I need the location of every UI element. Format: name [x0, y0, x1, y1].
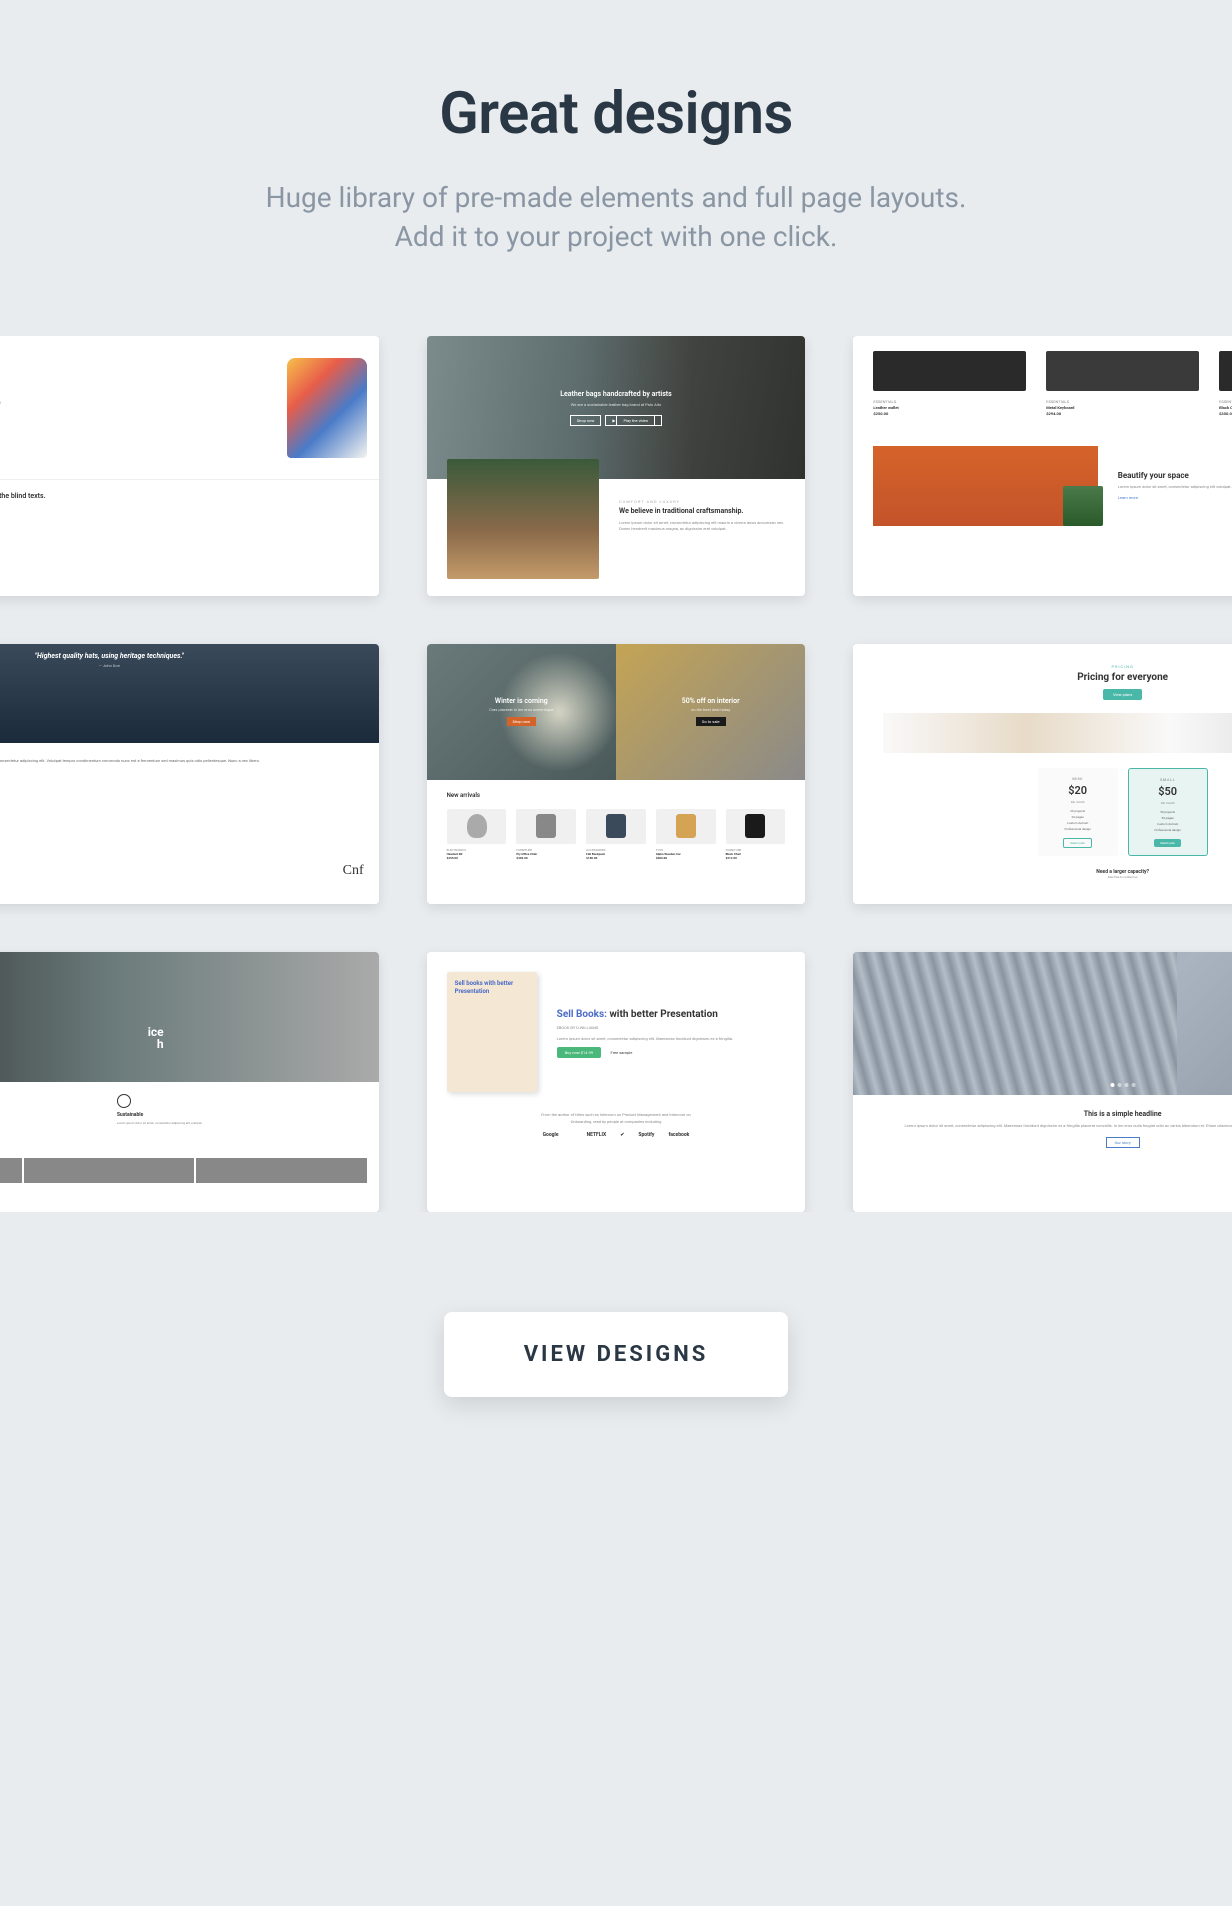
c5-shop-button: Shop now — [507, 717, 537, 726]
design-card-beautify[interactable]: ESSENTIALSLeather wallet$250.00 ESSENTIA… — [853, 336, 1232, 596]
design-card-store[interactable]: THE NEW TREND Carefully curated design s… — [0, 336, 379, 596]
c3-learn-more-link: Learn more — [1118, 495, 1138, 500]
c9-lower-text: Lorem ipsum dolor sit amet, consectetur … — [873, 1123, 1232, 1129]
c6-select-mini-button: Select plan — [1063, 838, 1092, 848]
c5-left-title: Winter is coming — [495, 697, 548, 705]
c4-name: — Gladys Tames — [0, 770, 364, 776]
c2-pretitle: COMFORT AND LUXURY — [619, 499, 785, 504]
thumb-image — [196, 1158, 366, 1183]
design-card-books[interactable]: Sell books with better Presentation Sell… — [427, 952, 806, 1212]
design-grid: THE NEW TREND Carefully curated design s… — [0, 336, 1232, 1212]
subheading-line-2: Add it to your project with one click. — [395, 220, 838, 253]
black-chair-image — [726, 809, 786, 844]
c5-left-sub: Cras placerat in leo eros scelerisque — [489, 707, 553, 712]
c6-view-plans-button: View plans — [1103, 689, 1142, 700]
c9-story-button: Our story — [1106, 1137, 1140, 1148]
c6-title: Pricing for everyone — [883, 672, 1232, 683]
c8-text: Lorem ipsum dolor sit amet, consectetur … — [557, 1036, 733, 1042]
wooden-car-image — [656, 809, 716, 844]
signature-image: Cnf — [0, 863, 379, 879]
c7-hero-title: iceh — [0, 1026, 164, 1050]
c8-social-2: Onboarding, read by people at companies … — [447, 1119, 786, 1124]
c5-sale-button: Go to sale — [696, 717, 726, 726]
c6-select-small-button: Select plan — [1154, 839, 1181, 847]
c2-feature-title: We believe in traditional craftsmanship. — [619, 507, 785, 515]
c7-bottom-sub: adipiscing elit sed — [0, 1148, 367, 1152]
page-heading: Great designs — [0, 80, 1232, 148]
backpack-image — [287, 358, 367, 458]
c7-bottom-title: gined. — [0, 1138, 367, 1145]
c2-video-button: ▶ Play the video — [605, 415, 662, 426]
chair-image — [1219, 351, 1232, 391]
c8-buy-button: Buy now $14.99 — [557, 1047, 601, 1058]
sustainable-icon — [117, 1094, 131, 1108]
c4-testimonial: Lorem ipsum dolor sit amet, consectetur … — [0, 758, 260, 763]
design-card-office[interactable]: iceh Scroll to ▾ Ventilated Lorem ipsum … — [0, 952, 379, 1212]
c2-feature-text: Lorem ipsum dolor sit amet, consectetur … — [619, 520, 785, 532]
c2-title: Leather bags handcrafted by artists — [560, 390, 672, 398]
headset-image — [447, 809, 507, 844]
c9-lower-title: This is a simple headline — [873, 1110, 1232, 1118]
c1-footer-label: FEATURED — [0, 525, 379, 547]
pricing-plan-small: SMALL $50 Per month 50 projects 50 pages… — [1128, 768, 1208, 856]
c4-quote: "Highest quality hats, using heritage te… — [35, 652, 184, 660]
c8-title: Sell Books: with better Presentation — [557, 1009, 733, 1021]
office-chair-image — [516, 809, 576, 844]
backpack-image — [586, 809, 646, 844]
c7-feat1-title: Ventilated — [0, 1112, 102, 1118]
facebook-logo: facebook — [668, 1132, 689, 1138]
nike-logo-icon: ✔ — [620, 1132, 624, 1138]
carousel-dots — [1110, 1083, 1135, 1087]
c2-sub: We are a sustainable leather bag brand a… — [571, 402, 661, 407]
thumb-image — [24, 1158, 194, 1183]
c6-foot-sub: Feel free to contact us — [883, 875, 1232, 879]
leather-bag-image — [447, 459, 599, 579]
lamp-plant-image — [873, 446, 1097, 526]
design-card-hats[interactable]: "Highest quality hats, using heritage te… — [0, 644, 379, 904]
c5-arrivals-title: New arrivals — [447, 792, 786, 799]
c7-feat1-text: Lorem ipsum dolor sit amet, consectetur … — [0, 1121, 102, 1125]
c5-right-sub: on the best deal today — [691, 707, 730, 712]
c1-title: Carefully curated design store — [0, 396, 1, 409]
c6-pretitle: PRICING — [883, 664, 1232, 669]
design-card-pricing[interactable]: PRICING Pricing for everyone View plans … — [853, 644, 1232, 904]
c7-feat2-text: Lorem ipsum dolor sit amet, consectetur … — [117, 1121, 367, 1125]
c3-feature-text: Lorem ipsum dolor sit amet, consectetur … — [1118, 484, 1232, 489]
pricing-plan-mini: MINI $20 Per month 20 projects 20 pages … — [1038, 768, 1118, 856]
c2-shop-button: Shop now — [570, 415, 602, 426]
c7-feat2-title: Sustainable — [117, 1112, 367, 1118]
netflix-logo: NETFLIX — [587, 1132, 607, 1138]
design-card-leather[interactable]: Leather bags handcrafted by artists We a… — [427, 336, 806, 596]
view-designs-button[interactable]: VIEW DESIGNS — [444, 1312, 789, 1397]
c3-feature-title: Beautify your space — [1118, 471, 1232, 480]
c8-social-1: From the author of titles such as Interc… — [447, 1112, 786, 1117]
design-card-arrivals[interactable]: Winter is coming Cras placerat in leo er… — [427, 644, 806, 904]
keyboard-image — [1046, 351, 1199, 391]
subheading-line-1: Huge library of pre-made elements and fu… — [266, 181, 967, 214]
c4-quote-by: — John Doe — [99, 663, 120, 668]
c8-author: EBOOK BY D.WILLIAMS — [557, 1025, 733, 1030]
wallet-image — [873, 351, 1026, 391]
google-logo: Google — [543, 1132, 559, 1138]
spotify-logo: Spotify — [638, 1132, 654, 1138]
c5-right-title: 50% off on interior — [682, 697, 740, 705]
book-cover-image: Sell books with better Presentation — [447, 972, 537, 1092]
c8-sample-link: Free sample — [611, 1050, 633, 1055]
c1-feature-title: The all-powerful Pointing has no control… — [0, 492, 367, 500]
c1-pretitle: THE NEW TREND — [0, 386, 1, 392]
page-subheading: Huge library of pre-made elements and fu… — [0, 178, 1232, 256]
thumb-image — [0, 1158, 22, 1183]
design-card-architecture[interactable]: ArchitInterio Services This is a simple … — [853, 952, 1232, 1212]
chairs-image — [883, 713, 1232, 753]
